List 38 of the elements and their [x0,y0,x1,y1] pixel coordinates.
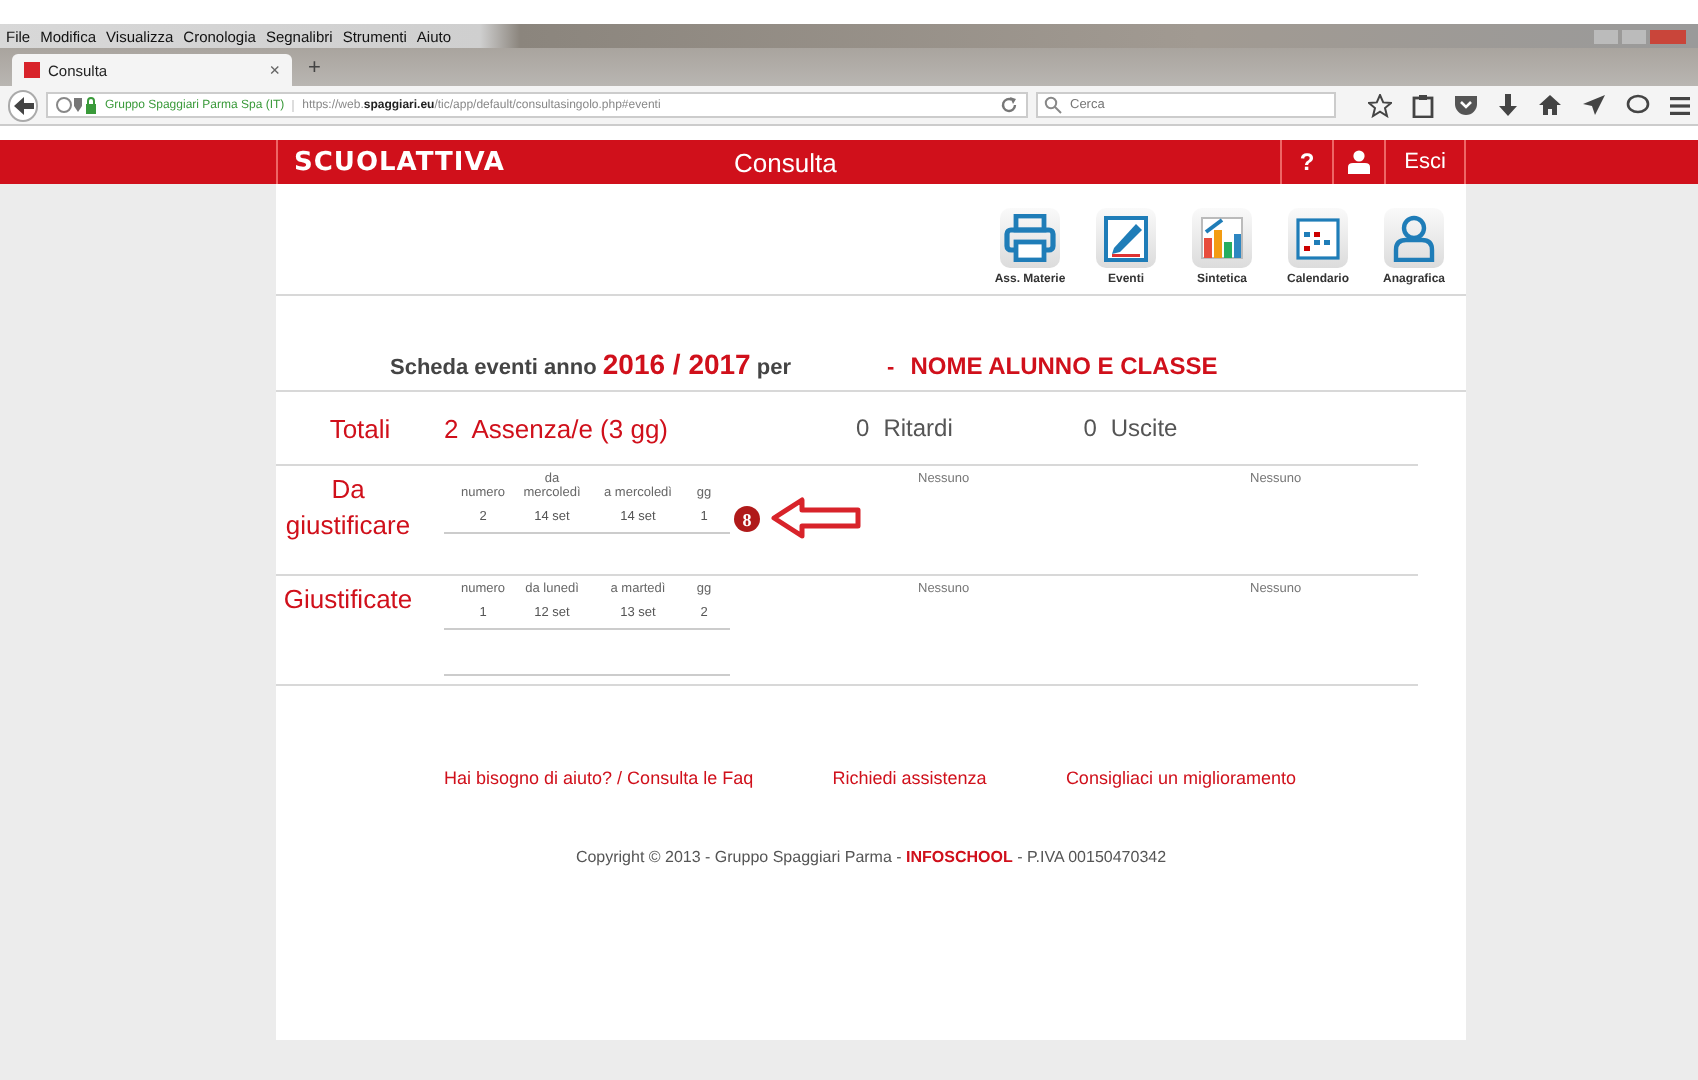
home-icon[interactable] [1538,94,1562,116]
menu-icon[interactable] [1670,95,1690,115]
bookmark-star-icon[interactable] [1368,93,1392,117]
copyright-text: Copyright © 2013 - Gruppo Spaggiari Parma - INFOSCHOOL - P.IVA 00150470342 [573,848,1169,866]
favicon-icon [24,62,40,78]
back-button[interactable] [8,89,39,121]
footer-link[interactable]: Hai bisogno di aiuto? / Consulta le Faq [444,768,754,788]
exit-count: 0 [1083,414,1097,442]
heading: Scheda eventi anno 2016 / 2017 per [390,348,792,380]
person-icon [1390,214,1438,262]
section-label: Da giustificare [283,472,413,543]
pocket-icon[interactable] [1454,94,1478,116]
exit-label: Uscite [1110,414,1178,442]
logo[interactable]: SCUOLATTIVA [278,147,734,177]
bar-chart-icon [1198,214,1246,262]
section-label: Giustificate [281,582,415,618]
tab-close-button[interactable]: × [269,60,280,80]
footer-link[interactable]: Consigliaci un miglioramento [1065,768,1296,788]
notepad-pencil-icon [1102,214,1150,262]
absence-total: 2 Assenza/e (3 gg) [444,413,671,443]
delay-label: Ritardi [883,414,955,442]
delay-count: 0 [856,414,870,442]
download-icon[interactable] [1498,93,1518,117]
clipboard-icon[interactable] [1412,93,1434,117]
dash-mark: - [887,356,895,380]
printer-icon [1004,214,1056,262]
calendar-icon [1294,214,1342,262]
reload-icon[interactable] [1000,96,1018,114]
section-label: Totali [327,413,393,443]
count-badge: 8 [734,506,760,532]
person-icon [1348,150,1370,174]
chat-icon[interactable] [1626,94,1650,116]
page-title: Consulta [734,147,839,177]
send-icon[interactable] [1582,94,1606,116]
footer-link[interactable]: Richiedi assistenza [832,768,987,788]
student-name: NOME ALUNNO E CLASSE [910,352,1218,380]
security-icons [56,96,97,114]
new-tab-button[interactable]: + [308,55,321,79]
